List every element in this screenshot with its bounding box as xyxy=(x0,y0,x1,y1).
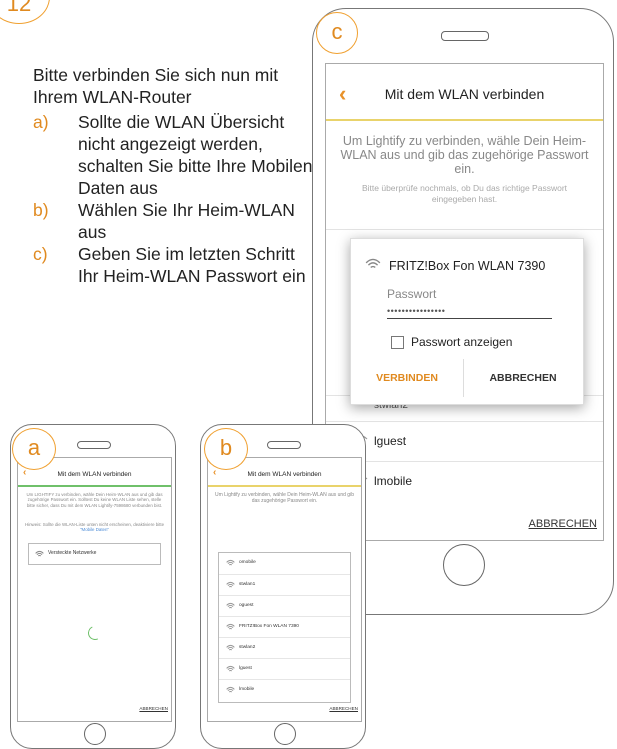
phone-b: ‹ Mit dem WLAN verbinden Um Lightify zu … xyxy=(200,424,366,749)
password-hint: Bitte überprüfe nochmals, ob Du das rich… xyxy=(361,183,568,204)
list-item[interactable]: omobile xyxy=(219,553,350,574)
wifi-icon xyxy=(226,665,235,672)
dialog-network-name: FRITZ!Box Fon WLAN 7390 xyxy=(389,259,546,273)
step-text: Sollte die WLAN Übersicht nicht angezeig… xyxy=(78,112,313,198)
dialog-cancel-button[interactable]: ABBRECHEN xyxy=(464,372,582,384)
screen-title: Mit dem WLAN verbinden xyxy=(384,86,545,102)
speaker-slot xyxy=(77,441,111,449)
wifi-icon xyxy=(365,258,381,268)
list-item[interactable]: lmobile xyxy=(219,679,350,701)
step-a: a) Sollte die WLAN Übersicht nicht angez… xyxy=(33,111,313,199)
header-divider xyxy=(208,485,361,487)
badge-b: b xyxy=(204,428,248,470)
list-item[interactable]: lguest xyxy=(326,421,603,462)
cancel-link[interactable]: ABBRECHEN xyxy=(529,518,597,530)
screen-title: Mit dem WLAN verbinden xyxy=(247,471,322,478)
connect-button[interactable]: VERBINDEN xyxy=(351,372,463,384)
network-name: FRITZ!Box Fon WLAN 7390 xyxy=(239,624,299,629)
phone-a-screen: ‹ Mit dem WLAN verbinden Um LIGHTIFY zu … xyxy=(17,457,172,722)
phone-a: ‹ Mit dem WLAN verbinden Um LIGHTIFY zu … xyxy=(10,424,176,749)
wifi-icon xyxy=(226,686,235,693)
screen-title: Mit dem WLAN verbinden xyxy=(57,471,132,478)
badge-letter: b xyxy=(219,435,233,460)
mobile-data-hint: Hinweis: Sollte die WLAN-Liste unten nic… xyxy=(24,522,165,533)
network-list: omobile stwlan1 oguest FRITZ!Box Fon WLA… xyxy=(218,552,351,703)
hidden-networks-item[interactable]: Versteckte Netzwerke xyxy=(28,543,161,565)
screen-description: Um Lightify zu verbinden, wähle Dein Hei… xyxy=(215,492,354,504)
password-dialog: FRITZ!Box Fon WLAN 7390 Passwort •••••••… xyxy=(350,238,584,405)
show-password-label: Passwort anzeigen xyxy=(411,335,513,349)
cancel-link[interactable]: ABBRECHEN xyxy=(139,706,168,711)
password-field[interactable]: •••••••••••••••• xyxy=(387,306,552,319)
list-item[interactable]: lguest xyxy=(219,658,350,680)
wifi-icon xyxy=(226,623,235,630)
home-button[interactable] xyxy=(84,723,106,745)
network-name: lguest xyxy=(239,666,252,671)
step-letter: a) xyxy=(33,112,49,132)
screen-description: Um LIGHTIFY zu verbinden, wähle Dein Hei… xyxy=(26,492,163,508)
step-b: b) Wählen Sie Ihr Heim-WLAN aus xyxy=(33,199,313,243)
screen-header: ‹ Mit dem WLAN verbinden xyxy=(326,64,603,120)
list-item[interactable]: stwlan1 xyxy=(219,574,350,596)
loading-spinner-icon xyxy=(86,624,104,642)
network-name: stwlan1 xyxy=(239,582,256,587)
list-item[interactable]: FRITZ!Box Fon WLAN 7390 xyxy=(219,616,350,638)
step-letter: c) xyxy=(33,244,48,264)
list-item[interactable]: lmobile xyxy=(326,461,603,502)
badge-a: a xyxy=(12,428,56,470)
network-name: oguest xyxy=(239,603,254,608)
list-item[interactable]: stwlan2 xyxy=(219,637,350,659)
header-divider xyxy=(326,119,603,121)
show-password-checkbox[interactable] xyxy=(391,336,404,349)
instruction-steps: a) Sollte die WLAN Übersicht nicht angez… xyxy=(33,111,313,287)
intro-text: Bitte verbinden Sie sich nun mit Ihrem W… xyxy=(33,65,279,107)
step-text: Wählen Sie Ihr Heim-WLAN aus xyxy=(78,200,295,242)
speaker-slot xyxy=(267,441,301,449)
password-label: Passwort xyxy=(387,287,437,301)
cancel-link[interactable]: ABBRECHEN xyxy=(329,706,358,711)
network-name: stwlan2 xyxy=(239,645,256,650)
step-text: Geben Sie im letzten Schritt Ihr Heim-WL… xyxy=(78,244,306,286)
home-button[interactable] xyxy=(274,723,296,745)
step-letter: b) xyxy=(33,200,49,220)
network-name: lmobile xyxy=(239,687,255,692)
step-number: 12 xyxy=(6,0,32,16)
network-name: lmobile xyxy=(374,474,413,488)
wifi-icon xyxy=(226,644,235,651)
wifi-icon xyxy=(35,550,44,557)
badge-c: c xyxy=(316,12,358,54)
wifi-icon xyxy=(226,559,235,566)
header-divider xyxy=(18,485,171,487)
screen-description: Um Lightify zu verbinden, wähle Dein Hei… xyxy=(340,134,589,176)
network-name: lguest xyxy=(374,434,407,448)
step-number-badge: 12 xyxy=(0,0,50,24)
phone-b-screen: ‹ Mit dem WLAN verbinden Um Lightify zu … xyxy=(207,457,362,722)
mobile-data-link[interactable]: "Mobile Daten" xyxy=(80,527,109,532)
network-name: omobile xyxy=(239,560,256,565)
hidden-networks-label: Versteckte Netzwerke xyxy=(48,550,97,556)
home-button[interactable] xyxy=(443,544,485,586)
badge-letter: a xyxy=(27,435,41,460)
wifi-icon xyxy=(226,602,235,609)
speaker-slot xyxy=(441,31,489,41)
wifi-icon xyxy=(226,581,235,588)
hint-text: Hinweis: Sollte die WLAN-Liste unten nic… xyxy=(24,522,165,527)
list-item[interactable]: oguest xyxy=(219,595,350,617)
step-c: c) Geben Sie im letzten Schritt Ihr Heim… xyxy=(33,243,313,287)
badge-letter: c xyxy=(331,19,343,44)
